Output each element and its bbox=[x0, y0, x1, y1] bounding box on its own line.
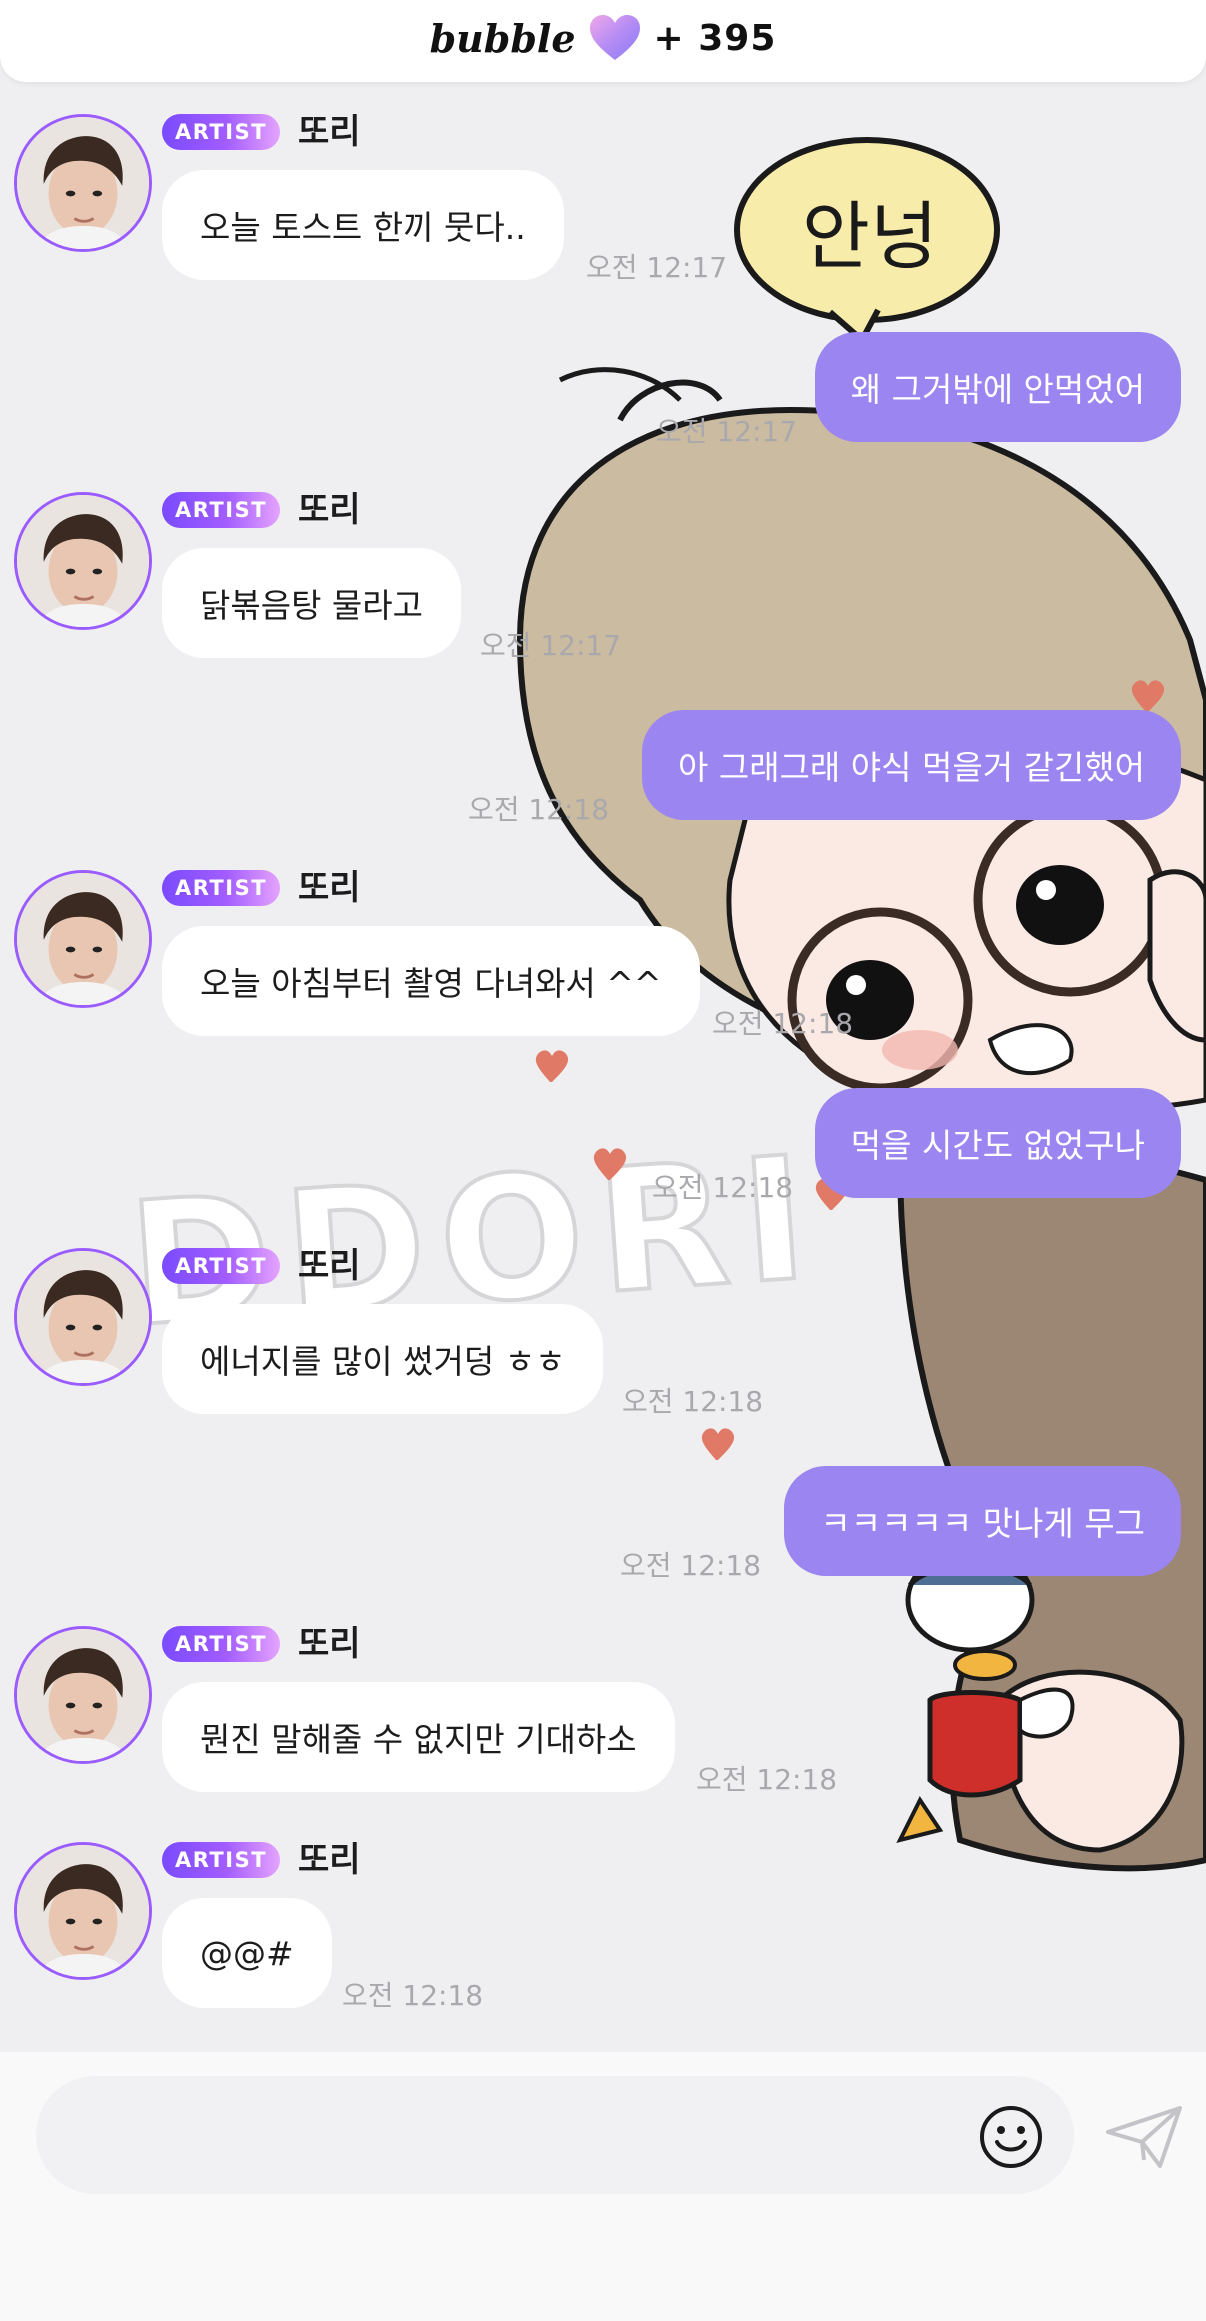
message-bubble[interactable]: 에너지를 많이 썼거덩 ㅎㅎ bbox=[162, 1304, 604, 1414]
profile-photo bbox=[17, 117, 149, 249]
artist-badge: ARTIST bbox=[162, 1626, 280, 1662]
message-input[interactable] bbox=[36, 2076, 1074, 2194]
artist-name: 또리 bbox=[298, 1246, 361, 1286]
profile-photo bbox=[17, 495, 149, 627]
message-row: ARTIST 또리 뭔진 말해줄 수 없지만 기대하소 오전 12:18 bbox=[0, 1624, 1206, 1804]
artist-badge: ARTIST bbox=[162, 1842, 280, 1878]
message-row: ARTIST 또리 오늘 아침부터 촬영 다녀와서 ^^ 오전 12:18 bbox=[0, 868, 1206, 1048]
artist-avatar[interactable] bbox=[14, 492, 152, 630]
artist-badge: ARTIST bbox=[162, 870, 280, 906]
message-bubble[interactable]: 뭔진 말해줄 수 없지만 기대하소 bbox=[162, 1682, 675, 1792]
artist-avatar[interactable] bbox=[14, 870, 152, 1008]
artist-name: 또리 bbox=[298, 112, 361, 152]
message-time: 오전 12:17 bbox=[586, 251, 728, 284]
brand-logo-text: bubble bbox=[429, 15, 576, 61]
message-bubble[interactable]: 오늘 아침부터 촬영 다녀와서 ^^ bbox=[162, 926, 700, 1036]
message-time: 오전 12:17 bbox=[656, 415, 798, 448]
message-row: ARTIST 또리 @@# 오전 12:18 bbox=[0, 1840, 1206, 2020]
message-row: ARTIST 또리 오늘 토스트 한끼 뭇다.. 오전 12:17 bbox=[0, 112, 1206, 292]
artist-avatar[interactable] bbox=[14, 1842, 152, 1980]
message-bubble-sent[interactable]: 왜 그거밖에 안먹었어 bbox=[814, 332, 1181, 442]
app-header: bubble + 395 bbox=[0, 0, 1206, 82]
message-bubble[interactable]: 오늘 토스트 한끼 뭇다.. bbox=[162, 170, 564, 280]
artist-name: 또리 bbox=[298, 868, 361, 908]
message-bubble[interactable]: 닭볶음탕 물라고 bbox=[162, 548, 462, 658]
message-time: 오전 12:18 bbox=[620, 1549, 762, 1582]
message-bubble[interactable]: @@# bbox=[162, 1898, 332, 2008]
bubble-count: + 395 bbox=[653, 17, 777, 59]
message-bubble-sent[interactable]: 먹을 시간도 없었구나 bbox=[814, 1088, 1181, 1198]
profile-photo bbox=[17, 1845, 149, 1977]
artist-badge: ARTIST bbox=[162, 1248, 280, 1284]
artist-avatar[interactable] bbox=[14, 1626, 152, 1764]
artist-avatar[interactable] bbox=[14, 1248, 152, 1386]
message-composer bbox=[0, 2052, 1206, 2321]
message-time: 오전 12:18 bbox=[712, 1007, 854, 1040]
heart-logo-icon bbox=[589, 15, 640, 60]
artist-name: 또리 bbox=[298, 490, 361, 530]
message-time: 오전 12:17 bbox=[480, 629, 622, 662]
artist-name: 또리 bbox=[298, 1840, 361, 1880]
message-time: 오전 12:18 bbox=[652, 1171, 794, 1204]
artist-name: 또리 bbox=[298, 1624, 361, 1664]
artist-badge: ARTIST bbox=[162, 492, 280, 528]
message-row: ARTIST 또리 닭볶음탕 물라고 오전 12:17 bbox=[0, 490, 1206, 670]
artist-badge: ARTIST bbox=[162, 114, 280, 150]
brand: bubble + 395 bbox=[0, 14, 1206, 62]
message-bubble-sent[interactable]: ㅋㅋㅋㅋㅋ 맛나게 무그 bbox=[784, 1466, 1181, 1576]
profile-photo bbox=[17, 1251, 149, 1383]
smiley-icon[interactable] bbox=[978, 2104, 1044, 2170]
message-bubble-sent[interactable]: 아 그래그래 야식 먹을거 같긴했어 bbox=[642, 710, 1181, 820]
profile-photo bbox=[17, 1629, 149, 1761]
message-time: 오전 12:18 bbox=[622, 1385, 764, 1418]
message-row: ARTIST 또리 에너지를 많이 썼거덩 ㅎㅎ 오전 12:18 bbox=[0, 1246, 1206, 1426]
message-time: 오전 12:18 bbox=[696, 1763, 838, 1796]
message-time: 오전 12:18 bbox=[342, 1979, 484, 2012]
message-time: 오전 12:18 bbox=[468, 793, 610, 826]
paper-plane-icon[interactable] bbox=[1104, 2102, 1184, 2172]
profile-photo bbox=[17, 873, 149, 1005]
artist-avatar[interactable] bbox=[14, 114, 152, 252]
